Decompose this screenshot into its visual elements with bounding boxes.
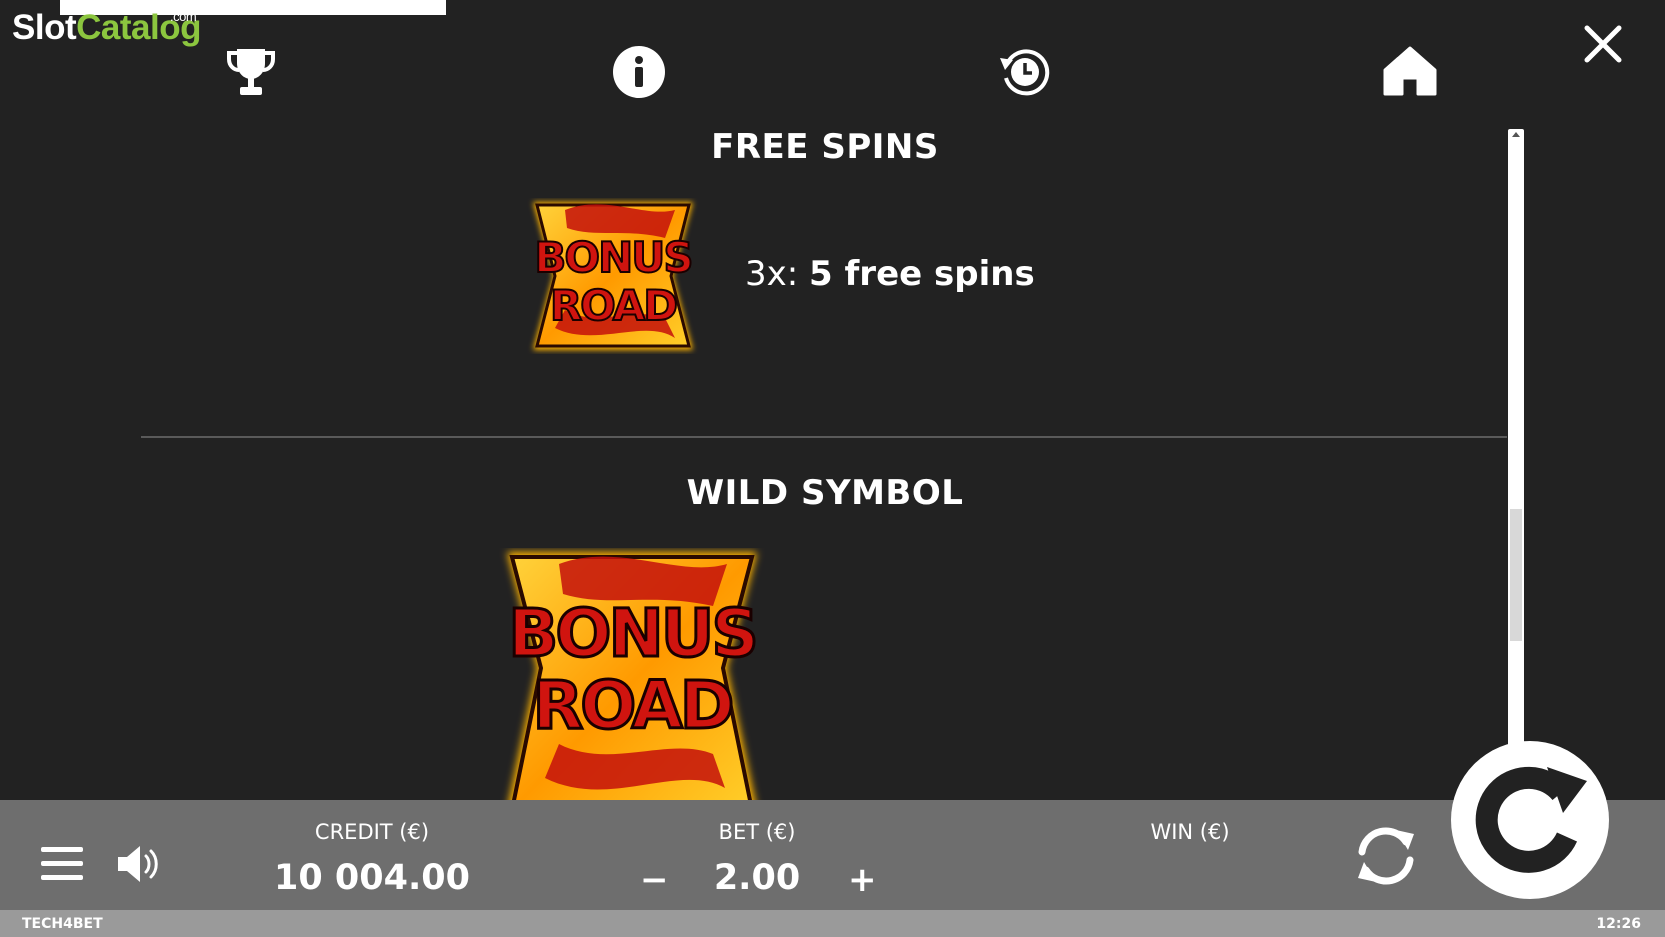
clock-time: 12:26 — [1596, 916, 1641, 932]
slotcatalog-logo: SlotCatalog .com — [12, 10, 201, 45]
trophy-icon[interactable] — [223, 44, 279, 100]
bet-plus-button[interactable]: + — [848, 860, 877, 900]
paytable-scrollbar[interactable] — [1508, 129, 1524, 749]
wild-symbol-text-2: ROAD — [532, 667, 731, 744]
bonus-road-scatter-symbol: BONUS ROAD — [525, 198, 701, 354]
payout-value: 5 free spins — [809, 254, 1035, 294]
credit-value: 10 004.00 — [274, 858, 470, 898]
scatter-symbol-text-1: BONUS — [534, 233, 691, 282]
spin-button[interactable] — [1451, 741, 1609, 899]
logo-com-text: .com — [170, 9, 197, 24]
win-label: WIN (€) — [1150, 820, 1230, 844]
payout-prefix: 3x: — [745, 254, 810, 294]
provider-name: TECH4BET — [22, 916, 103, 932]
bonus-road-wild-symbol: BONUS ROAD — [499, 548, 765, 800]
close-icon[interactable] — [1581, 22, 1625, 66]
sound-icon[interactable] — [116, 843, 162, 885]
scroll-up-arrow-icon[interactable] — [1512, 132, 1520, 137]
scatter-symbol-text-2: ROAD — [550, 281, 676, 330]
info-icon[interactable] — [611, 44, 667, 100]
free-spins-title: FREE SPINS — [711, 127, 939, 167]
autoplay-icon[interactable] — [1350, 820, 1422, 892]
section-divider — [141, 436, 1507, 438]
free-spins-payout: 3x: 5 free spins — [745, 254, 1035, 294]
home-icon[interactable] — [1382, 44, 1438, 100]
history-icon[interactable] — [997, 44, 1053, 100]
paytable-content: FREE SPINS BONUS ROAD 3x: 5 free spins W… — [0, 120, 1510, 800]
bet-label: BET (€) — [718, 820, 796, 844]
spin-arrow-icon — [1475, 766, 1587, 873]
bet-value: 2.00 — [713, 858, 801, 898]
scrollbar-thumb[interactable] — [1510, 509, 1522, 641]
bet-minus-button[interactable]: − — [640, 860, 669, 900]
wild-symbol-title: WILD SYMBOL — [686, 473, 964, 513]
status-bar: TECH4BET 12:26 — [0, 910, 1665, 937]
logo-slot-text: Slot — [12, 8, 77, 47]
menu-icon[interactable] — [41, 846, 83, 882]
credit-label: CREDIT (€) — [314, 820, 430, 844]
wild-symbol-text-1: BONUS — [508, 595, 756, 672]
